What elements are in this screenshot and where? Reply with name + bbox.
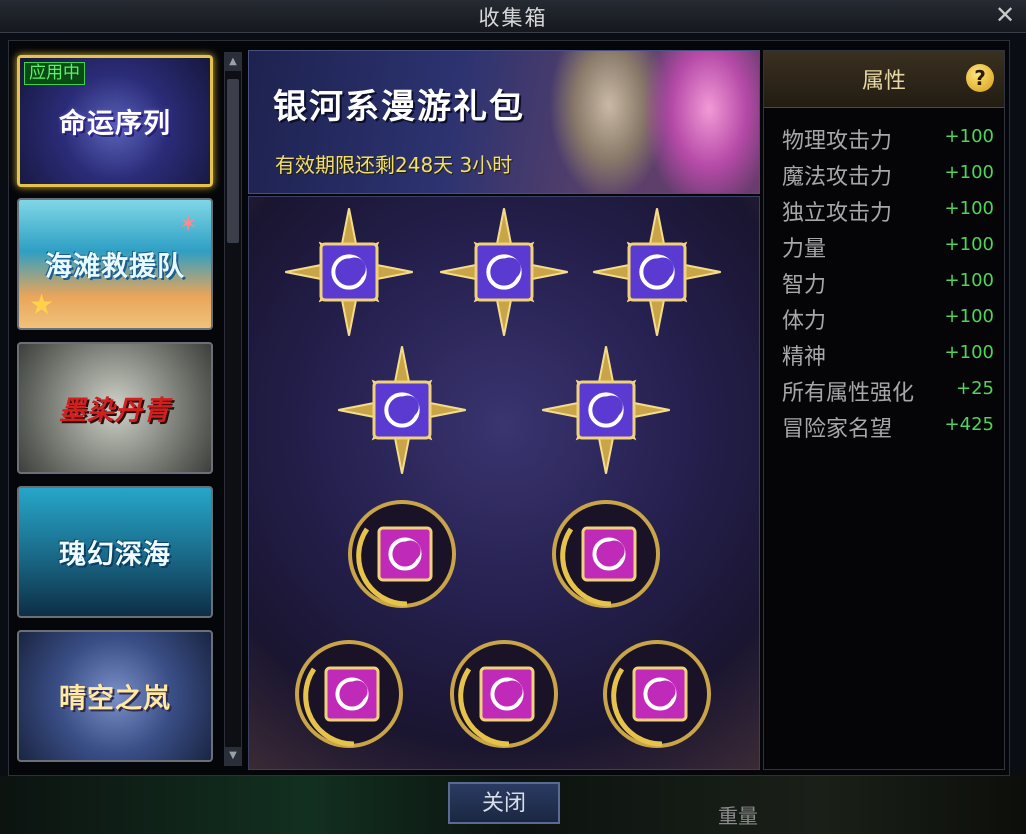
scroll-thumb[interactable] — [227, 79, 239, 243]
property-name: 体力 — [782, 309, 827, 334]
property-value: +100 — [944, 198, 994, 219]
sidebar-item-label: 命运序列 — [59, 108, 171, 140]
property-row: 力量 +100 — [782, 231, 994, 267]
star-frame-icon — [593, 208, 721, 336]
collection-slot-moon[interactable] — [439, 629, 569, 759]
sidebar-item-label: 墨染丹青 — [59, 395, 171, 427]
sidebar-item-label: 晴空之岚 — [59, 683, 171, 715]
window-title: 收集箱 — [478, 6, 548, 30]
star-frame-icon — [440, 208, 568, 336]
sidebar-item-label: 海滩救援队 — [45, 251, 185, 283]
collection-slot-star[interactable] — [541, 345, 671, 475]
property-value: +425 — [944, 414, 994, 435]
collection-slot-moon[interactable] — [592, 629, 722, 759]
star-frame-icon — [285, 208, 413, 336]
properties-header: 属性 ? — [764, 51, 1004, 108]
property-row: 魔法攻击力 +100 — [782, 159, 994, 195]
collection-slot-moon[interactable] — [541, 489, 671, 619]
star-icon: ★ — [29, 288, 55, 321]
property-row: 智力 +100 — [782, 267, 994, 303]
star-frame-icon — [542, 346, 670, 474]
moon-frame-icon — [450, 640, 558, 748]
active-badge: 应用中 — [24, 62, 85, 85]
moon-frame-icon — [552, 500, 660, 608]
package-banner: 银河系漫游礼包 有效期限还剩248天 3小时 — [248, 50, 760, 194]
moon-frame-icon — [603, 640, 711, 748]
collection-slot-star[interactable] — [592, 207, 722, 337]
property-row: 精神 +100 — [782, 339, 994, 375]
property-name: 独立攻击力 — [782, 201, 893, 226]
collection-grid — [248, 196, 760, 770]
collection-slot-star[interactable] — [439, 207, 569, 337]
sidebar-item-deep-sea[interactable]: 瑰幻深海 — [17, 486, 213, 618]
property-value: +100 — [944, 342, 994, 363]
collection-slot-star[interactable] — [337, 345, 467, 475]
property-row: 物理攻击力 +100 — [782, 123, 994, 159]
property-value: +100 — [944, 126, 994, 147]
moon-frame-icon — [348, 500, 456, 608]
property-row: 冒险家名望 +425 — [782, 411, 994, 447]
property-name: 智力 — [782, 273, 827, 298]
sidebar-item-label: 瑰幻深海 — [59, 539, 171, 571]
package-title: 银河系漫游礼包 — [273, 87, 525, 127]
starfish-icon: ✶ — [179, 212, 198, 237]
property-value: +100 — [944, 270, 994, 291]
collection-slot-moon[interactable] — [284, 629, 414, 759]
property-name: 力量 — [782, 237, 827, 262]
property-name: 精神 — [782, 345, 827, 370]
close-icon[interactable]: ✕ — [992, 2, 1018, 28]
sidebar-item-clear-sky[interactable]: 晴空之岚 — [17, 630, 213, 762]
property-value: +25 — [956, 378, 994, 399]
expiry-text: 有效期限还剩248天 3小时 — [275, 153, 513, 177]
property-name: 所有属性强化 — [782, 381, 915, 406]
property-value: +100 — [944, 306, 994, 327]
help-icon[interactable]: ? — [966, 64, 994, 92]
collection-slot-star[interactable] — [284, 207, 414, 337]
sidebar-item-ink-painting[interactable]: 墨染丹青 — [17, 342, 213, 474]
title-bar: 收集箱 ✕ — [0, 0, 1026, 33]
weight-label: 重量 — [718, 804, 758, 828]
collection-slot-moon[interactable] — [337, 489, 467, 619]
property-row: 体力 +100 — [782, 303, 994, 339]
property-value: +100 — [944, 162, 994, 183]
sidebar-scrollbar[interactable]: ▲ ▼ — [224, 52, 242, 766]
sidebar-item-fate-sequence[interactable]: 命运序列 应用中 — [17, 55, 213, 187]
properties-panel: 属性 ? 物理攻击力 +100 魔法攻击力 +100 独立攻击力 +100 力量 +10… — [763, 50, 1005, 770]
property-value: +100 — [944, 234, 994, 255]
property-row: 独立攻击力 +100 — [782, 195, 994, 231]
property-name: 魔法攻击力 — [782, 165, 893, 190]
property-row: 所有属性强化 +25 — [782, 375, 994, 411]
character-art-female — [644, 51, 759, 193]
property-name: 冒险家名望 — [782, 417, 893, 442]
star-frame-icon — [338, 346, 466, 474]
scroll-up-icon[interactable]: ▲ — [225, 53, 241, 71]
sidebar-item-beach-rescue[interactable]: ✶ ★ 海滩救援队 — [17, 198, 213, 330]
close-button[interactable]: 关闭 — [448, 782, 560, 824]
moon-frame-icon — [295, 640, 403, 748]
scroll-down-icon[interactable]: ▼ — [225, 747, 241, 765]
property-name: 物理攻击力 — [782, 129, 893, 154]
